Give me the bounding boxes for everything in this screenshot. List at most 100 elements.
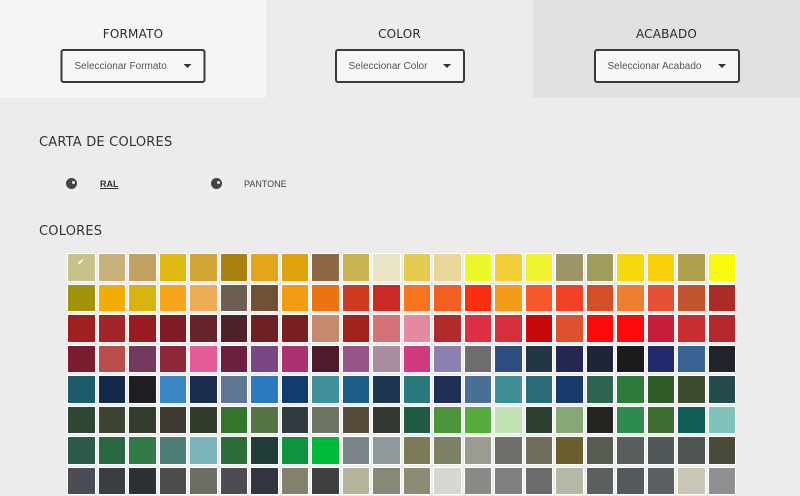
color-swatch[interactable] [158,314,187,343]
color-swatch[interactable] [67,466,96,495]
color-swatch[interactable] [524,436,553,465]
color-swatch[interactable] [250,375,279,404]
finish-select[interactable]: Seleccionar Acabado [593,49,740,83]
color-swatch[interactable] [555,283,584,312]
color-swatch[interactable] [311,405,340,434]
color-swatch[interactable] [616,253,645,282]
color-swatch[interactable] [494,466,523,495]
color-swatch[interactable] [372,314,401,343]
color-swatch[interactable] [585,344,614,373]
color-swatch[interactable] [67,375,96,404]
color-swatch[interactable] [250,344,279,373]
color-swatch[interactable] [189,283,218,312]
color-swatch[interactable] [677,283,706,312]
color-swatch[interactable] [189,466,218,495]
color-swatch[interactable] [372,466,401,495]
color-swatch[interactable] [677,375,706,404]
color-swatch[interactable] [280,436,309,465]
color-swatch[interactable] [463,283,492,312]
color-swatch[interactable] [189,375,218,404]
color-swatch[interactable] [494,436,523,465]
color-swatch[interactable] [311,436,340,465]
color-swatch[interactable] [555,405,584,434]
color-swatch[interactable] [341,375,370,404]
color-swatch[interactable] [189,436,218,465]
color-swatch[interactable] [555,466,584,495]
color-swatch[interactable] [341,405,370,434]
color-swatch[interactable] [677,436,706,465]
color-swatch[interactable] [616,314,645,343]
color-swatch[interactable] [311,283,340,312]
color-swatch[interactable] [158,283,187,312]
color-swatch[interactable] [97,283,126,312]
color-swatch[interactable] [677,344,706,373]
color-swatch[interactable] [158,405,187,434]
color-swatch[interactable] [158,436,187,465]
color-swatch[interactable] [158,375,187,404]
color-swatch[interactable] [494,405,523,434]
color-swatch[interactable] [494,314,523,343]
color-swatch[interactable] [402,253,431,282]
color-swatch[interactable] [524,375,553,404]
color-swatch[interactable] [67,283,96,312]
color-swatch[interactable] [219,253,248,282]
color-swatch[interactable] [555,253,584,282]
color-swatch[interactable] [677,314,706,343]
color-swatch[interactable] [250,253,279,282]
color-swatch[interactable] [97,375,126,404]
color-swatch[interactable] [433,314,462,343]
color-swatch[interactable] [707,405,736,434]
color-swatch[interactable] [402,375,431,404]
color-swatch[interactable] [372,283,401,312]
color-swatch[interactable] [128,283,157,312]
color-swatch[interactable] [250,436,279,465]
color-swatch[interactable] [128,436,157,465]
color-swatch[interactable] [707,466,736,495]
color-swatch[interactable] [616,405,645,434]
color-swatch[interactable] [219,283,248,312]
color-swatch[interactable] [463,375,492,404]
color-swatch[interactable] [585,466,614,495]
color-swatch[interactable] [372,253,401,282]
color-swatch[interactable] [372,405,401,434]
color-swatch[interactable] [128,314,157,343]
color-swatch[interactable] [67,405,96,434]
color-swatch[interactable] [646,283,675,312]
color-swatch[interactable] [402,405,431,434]
color-swatch[interactable] [67,436,96,465]
color-swatch[interactable] [494,344,523,373]
color-swatch[interactable] [585,375,614,404]
color-swatch[interactable] [219,375,248,404]
color-swatch[interactable] [433,405,462,434]
color-swatch[interactable] [189,344,218,373]
color-swatch[interactable] [677,466,706,495]
color-swatch[interactable] [219,466,248,495]
color-swatch[interactable] [280,344,309,373]
color-swatch[interactable] [372,436,401,465]
color-swatch[interactable] [646,314,675,343]
color-swatch[interactable] [402,344,431,373]
color-swatch[interactable] [433,375,462,404]
color-swatch[interactable] [585,283,614,312]
color-swatch[interactable] [524,405,553,434]
color-swatch[interactable] [555,436,584,465]
color-swatch[interactable] [128,405,157,434]
color-swatch[interactable] [97,466,126,495]
color-swatch[interactable] [372,375,401,404]
color-swatch[interactable] [707,314,736,343]
ral-option[interactable]: RAL [66,178,119,189]
color-swatch[interactable] [433,283,462,312]
color-swatch[interactable] [463,466,492,495]
color-swatch[interactable] [341,253,370,282]
color-swatch[interactable] [280,375,309,404]
color-swatch[interactable] [707,344,736,373]
color-swatch[interactable] [189,405,218,434]
color-swatch[interactable] [555,375,584,404]
color-select[interactable]: Seleccionar Color [334,49,465,83]
color-swatch[interactable] [707,253,736,282]
pantone-option[interactable]: PANTONE [211,178,287,189]
color-swatch[interactable] [97,344,126,373]
color-swatch[interactable] [128,253,157,282]
color-swatch[interactable] [494,253,523,282]
color-swatch[interactable] [555,344,584,373]
